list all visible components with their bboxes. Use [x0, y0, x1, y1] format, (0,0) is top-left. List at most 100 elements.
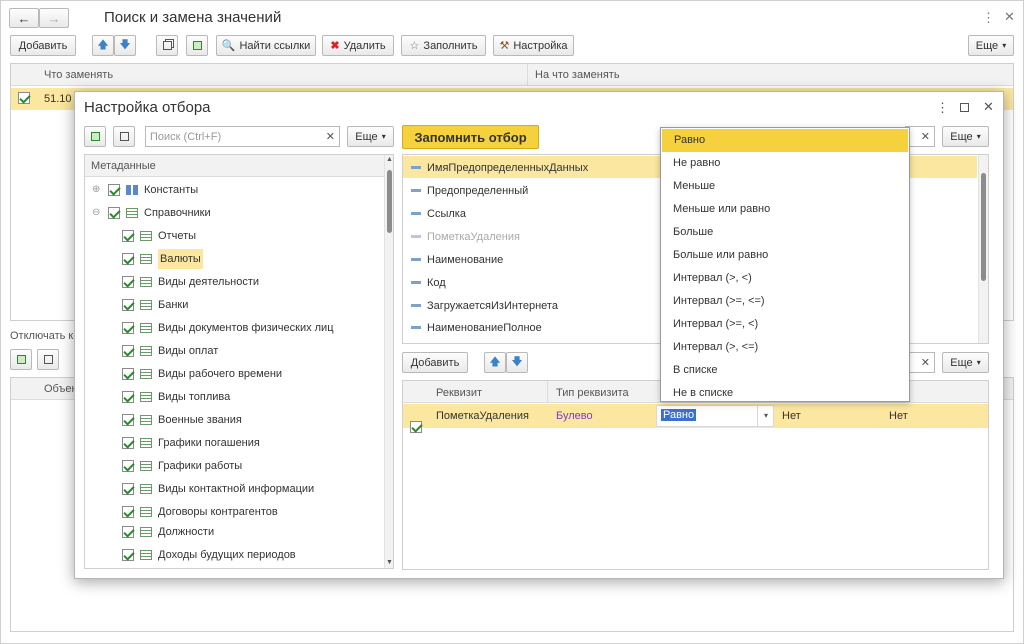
clear-icon[interactable]: ✕	[921, 130, 930, 143]
tree-item[interactable]: Виды контактной информации	[122, 477, 314, 500]
field-icon	[411, 258, 421, 261]
tree-checkbox[interactable]	[122, 275, 134, 288]
dropdown-item[interactable]: Интервал (>=, <)	[661, 313, 909, 336]
filter-up-button[interactable]: 🡅	[484, 352, 506, 373]
tree-checkbox[interactable]	[122, 229, 134, 242]
tree-checkbox[interactable]	[122, 367, 134, 380]
filter-add-button[interactable]: Добавить	[402, 352, 468, 373]
field-item[interactable]: Ссылка	[411, 202, 466, 225]
more-button[interactable]: Еще ▾	[968, 35, 1014, 56]
field-item[interactable]: НаименованиеПолное	[411, 316, 542, 339]
check-all-button[interactable]	[84, 126, 106, 147]
back-button[interactable]: ←	[9, 8, 39, 28]
field-item[interactable]: Наименование	[411, 248, 503, 271]
dropdown-item[interactable]: Больше	[661, 221, 909, 244]
tree-more-button[interactable]: Еще ▾	[347, 126, 394, 147]
copy-button[interactable]	[156, 35, 178, 56]
fields-more-button[interactable]: Еще ▾	[942, 126, 989, 147]
tree-item[interactable]: Виды рабочего времени	[122, 362, 282, 385]
remember-filter-button[interactable]: Запомнить отбор	[402, 125, 539, 149]
table-icon	[140, 345, 152, 356]
tree-checkbox[interactable]	[122, 298, 134, 311]
clear-icon[interactable]: ✕	[921, 356, 930, 369]
fields-scroll-thumb[interactable]	[981, 173, 986, 281]
dropdown-item[interactable]: В списке	[661, 359, 909, 382]
tree-checkbox[interactable]	[122, 413, 134, 426]
maximize-icon[interactable]	[960, 103, 969, 112]
tree-item[interactable]: Графики работы	[122, 454, 242, 477]
tree-item[interactable]: Банки	[122, 293, 188, 316]
tree-checkbox[interactable]	[122, 252, 134, 265]
delete-button[interactable]: ✖ Удалить	[322, 35, 394, 56]
lower-copy-button[interactable]	[37, 349, 59, 370]
dropdown-item[interactable]: Больше или равно	[661, 244, 909, 267]
tree-scroll-thumb[interactable]	[387, 170, 392, 233]
tree-scrollbar[interactable]	[384, 155, 393, 568]
more-vert-icon[interactable]: ⋮	[982, 10, 995, 26]
tree-item[interactable]: Виды оплат	[122, 339, 218, 362]
field-item[interactable]: ИмяПредопределенныхДанных	[411, 156, 588, 179]
dropdown-item[interactable]: Меньше	[661, 175, 909, 198]
fill-button[interactable]: ☆ Заполнить	[401, 35, 486, 56]
tree-item[interactable]: Виды документов физических лиц	[122, 316, 334, 339]
tree-item[interactable]: Отчеты	[122, 224, 196, 247]
collapse-icon[interactable]: ⊖	[92, 207, 102, 218]
tree-item-highlighted: Валюты	[158, 248, 203, 269]
dropdown-item[interactable]: Интервал (>, <)	[661, 267, 909, 290]
uncheck-all-button[interactable]	[113, 126, 135, 147]
dropdown-item[interactable]: Интервал (>, <=)	[661, 336, 909, 359]
field-item[interactable]: ЗагружаетсяИзИнтернета	[411, 294, 558, 317]
settings-button[interactable]: ⚒ Настройка	[493, 35, 574, 56]
tree-item[interactable]: Виды деятельности	[122, 270, 259, 293]
close-icon[interactable]: ✕	[1004, 9, 1015, 25]
add-button[interactable]: Добавить	[10, 35, 76, 56]
dropdown-item[interactable]: Равно	[662, 129, 908, 152]
tree-search-input[interactable]: Поиск (Ctrl+F) ✕	[145, 126, 340, 147]
tree-checkbox[interactable]	[122, 505, 134, 518]
filter-row-value2: Нет	[889, 410, 908, 422]
dropdown-item[interactable]: Меньше или равно	[661, 198, 909, 221]
tree-checkbox[interactable]	[122, 482, 134, 495]
tree-item[interactable]: ⊕ Константы	[92, 178, 198, 201]
find-links-button[interactable]: 🔍 Найти ссылки	[216, 35, 316, 56]
filter-more-button[interactable]: Еще ▾	[942, 352, 989, 373]
expand-icon[interactable]: ⊕	[92, 184, 102, 195]
dropdown-item[interactable]: Не в списке	[661, 382, 909, 405]
clear-icon[interactable]: ✕	[326, 130, 335, 143]
tree-checkbox[interactable]	[122, 390, 134, 403]
field-item[interactable]: ПометкаУдаления	[411, 225, 520, 248]
tree-checkbox[interactable]	[122, 436, 134, 449]
dropdown-item[interactable]: Не равно	[661, 152, 909, 175]
filter-down-button[interactable]: 🡇	[506, 352, 528, 373]
tree-checkbox[interactable]	[122, 459, 134, 472]
tree-checkbox[interactable]	[122, 548, 134, 561]
tree-checkbox[interactable]	[122, 321, 134, 334]
tree-item[interactable]: Должности	[122, 520, 214, 543]
tree-item[interactable]: Графики погашения	[122, 431, 260, 454]
move-down-button[interactable]: 🡇	[114, 35, 136, 56]
fields-scrollbar[interactable]	[978, 155, 988, 343]
condition-dropdown-button[interactable]: ▾	[757, 406, 774, 426]
condition-value: Равно	[661, 409, 697, 421]
tree-checkbox[interactable]	[122, 344, 134, 357]
tree-item[interactable]: Военные звания	[122, 408, 242, 431]
tree-checkbox[interactable]	[108, 206, 120, 219]
tree-item[interactable]: ⊖ Справочники	[92, 201, 211, 224]
copy-green-button[interactable]	[186, 35, 208, 56]
forward-button[interactable]: →	[39, 8, 69, 28]
lower-copy-green-button[interactable]	[10, 349, 32, 370]
tree-item[interactable]: Доходы будущих периодов	[122, 543, 296, 566]
field-item[interactable]: Предопределенный	[411, 179, 528, 202]
move-up-button[interactable]: 🡅	[92, 35, 114, 56]
row-checkbox[interactable]	[18, 92, 30, 104]
field-icon	[411, 281, 421, 284]
tree-item[interactable]: Виды топлива	[122, 385, 230, 408]
tree-item[interactable]: Валюты	[122, 247, 203, 270]
tree-checkbox[interactable]	[122, 525, 134, 538]
dialog-close-icon[interactable]: ✕	[983, 99, 994, 115]
field-item[interactable]: Код	[411, 271, 446, 294]
dropdown-item[interactable]: Интервал (>=, <=)	[661, 290, 909, 313]
tree-checkbox[interactable]	[108, 183, 120, 196]
dialog-more-icon[interactable]: ⋮	[936, 100, 949, 116]
filter-row-checkbox[interactable]	[410, 421, 422, 433]
